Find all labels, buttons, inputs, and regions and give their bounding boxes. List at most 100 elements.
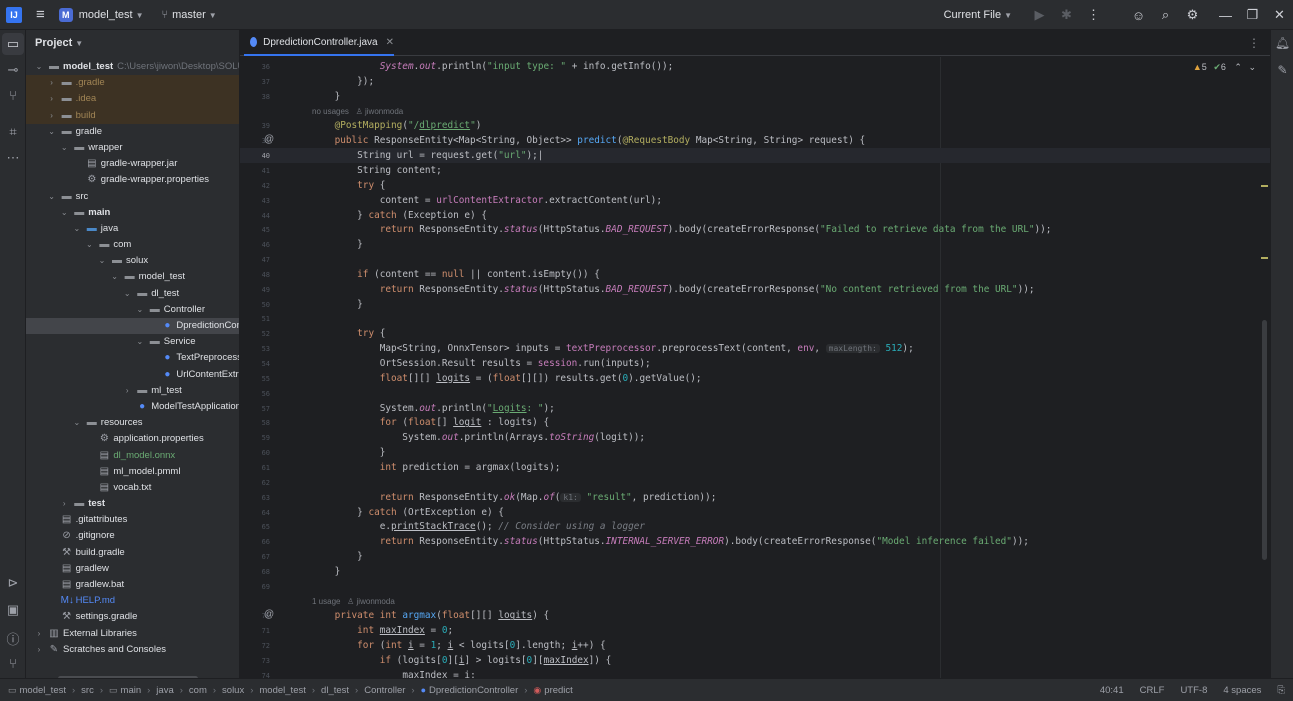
- code-line[interactable]: int prediction = argmax(logits);: [312, 461, 561, 476]
- indent-setting[interactable]: 4 spaces: [1223, 685, 1261, 696]
- breadcrumb-item[interactable]: solux: [222, 685, 244, 696]
- code-line[interactable]: OrtSession.Result results = session.run(…: [312, 357, 651, 372]
- code-line[interactable]: Map<String, OnnxTensor> inputs = textPre…: [312, 342, 914, 357]
- chevron-right-icon[interactable]: ›: [122, 383, 132, 399]
- chevron-right-icon[interactable]: ›: [34, 626, 44, 642]
- code-line[interactable]: @PostMapping("/dlpredict"): [312, 119, 482, 134]
- code-line[interactable]: maxIndex = i;: [312, 669, 475, 678]
- code-area[interactable]: 36 System.out.println("input type: " + i…: [240, 57, 1270, 678]
- chevron-down-icon[interactable]: ⌄: [72, 415, 82, 431]
- project-switcher[interactable]: model_test ▼: [79, 9, 144, 21]
- tree-item[interactable]: ▤ gradlew: [26, 561, 239, 577]
- project-tool-icon[interactable]: ▭: [2, 33, 24, 55]
- tree-item[interactable]: ⌄ ▬ solux: [26, 253, 239, 269]
- code-line[interactable]: try {: [312, 179, 385, 194]
- close-tab-icon[interactable]: ✕: [386, 37, 394, 48]
- code-line[interactable]: int maxIndex = 0;: [312, 624, 453, 639]
- breadcrumb-item[interactable]: predict: [544, 685, 573, 696]
- code-line[interactable]: }: [312, 446, 386, 461]
- tree-item[interactable]: ▤ ml_model.pmml: [26, 464, 239, 480]
- tree-item[interactable]: ⌄ ▬ Controller: [26, 302, 239, 318]
- tree-item[interactable]: ● DpredictionController: [26, 318, 239, 335]
- tree-item[interactable]: ▤ vocab.txt: [26, 480, 239, 496]
- code-line[interactable]: }: [312, 90, 341, 105]
- vertical-scrollbar[interactable]: [1262, 320, 1267, 560]
- tree-item[interactable]: › ✎ Scratches and Consoles: [26, 642, 239, 658]
- pull-requests-icon[interactable]: ⑂: [0, 88, 26, 103]
- breadcrumb-item[interactable]: Controller: [364, 685, 405, 696]
- more-icon[interactable]: ⋮: [1080, 7, 1107, 23]
- tree-item[interactable]: › ▬ test: [26, 496, 239, 512]
- tree-item[interactable]: ⌄ ▬ model_test: [26, 269, 239, 285]
- warning-marker[interactable]: [1261, 185, 1268, 187]
- endpoint-gutter-icon[interactable]: @: [264, 609, 274, 620]
- tree-item[interactable]: › ▬ .idea: [26, 91, 239, 108]
- code-line[interactable]: });: [312, 75, 374, 90]
- tree-item[interactable]: ⌄ ▬ src: [26, 189, 239, 205]
- breadcrumb-item[interactable]: java: [156, 685, 173, 696]
- chevron-down-icon[interactable]: ⌄: [122, 286, 132, 302]
- usage-hint[interactable]: no usages ♙ jiwonmoda: [312, 107, 403, 116]
- chevron-right-icon[interactable]: ›: [47, 108, 57, 124]
- breadcrumb-item[interactable]: dl_test: [321, 685, 349, 696]
- problems-icon[interactable]: ⓘ: [0, 629, 26, 648]
- usage-hint[interactable]: 1 usage ♙ jiwonmoda: [312, 597, 395, 606]
- project-panel-header[interactable]: Project ▼: [26, 30, 239, 56]
- editor-tab[interactable]: DpredictionController.java ✕: [244, 30, 394, 56]
- chevron-right-icon[interactable]: ›: [47, 75, 57, 91]
- chevron-down-icon[interactable]: ⌄: [135, 334, 145, 350]
- settings-icon[interactable]: ⚙: [1179, 7, 1206, 23]
- collab-icon[interactable]: ☺: [1125, 8, 1152, 23]
- chevron-down-icon[interactable]: ⌄: [47, 189, 57, 205]
- chevron-down-icon[interactable]: ⌄: [97, 253, 107, 269]
- minimize-icon[interactable]: —: [1212, 8, 1239, 23]
- search-icon[interactable]: ⌕: [1152, 7, 1179, 23]
- breadcrumb-item[interactable]: model_test: [20, 685, 66, 696]
- code-line[interactable]: }: [312, 238, 363, 253]
- breadcrumb-item[interactable]: src: [81, 685, 94, 696]
- code-line[interactable]: System.out.println(Arrays.toString(logit…: [312, 431, 645, 446]
- tree-item[interactable]: ⌄ ▬ java: [26, 221, 239, 237]
- code-line[interactable]: for (float[] logit : logits) {: [312, 416, 549, 431]
- tree-item[interactable]: ▤ gradle-wrapper.jar: [26, 156, 239, 172]
- debug-icon[interactable]: ✱: [1053, 7, 1080, 23]
- tree-item[interactable]: › ▬ ml_test: [26, 383, 239, 399]
- breadcrumb-item[interactable]: model_test: [259, 685, 305, 696]
- lock-icon[interactable]: ⎘: [1277, 685, 1285, 696]
- tree-item[interactable]: M↓ HELP.md: [26, 593, 239, 609]
- chevron-down-icon[interactable]: ⌄: [1248, 62, 1256, 72]
- close-icon[interactable]: ✕: [1266, 7, 1293, 23]
- code-line[interactable]: return ResponseEntity.ok(Map.of(k1: "res…: [312, 491, 717, 506]
- tree-item[interactable]: ⚙ application.properties: [26, 431, 239, 447]
- tree-item[interactable]: ● TextPreprocessor: [26, 350, 239, 366]
- run-icon[interactable]: ▶: [1026, 7, 1053, 23]
- tree-item[interactable]: ⌄ ▬ gradle: [26, 124, 239, 140]
- run-config-selector[interactable]: Current File ▼: [944, 9, 1012, 21]
- tree-item[interactable]: ⊘ .gitignore: [26, 528, 239, 544]
- chevron-down-icon[interactable]: ⌄: [135, 302, 145, 318]
- code-line[interactable]: }: [312, 550, 363, 565]
- tree-item[interactable]: ▤ gradlew.bat: [26, 577, 239, 593]
- tree-item[interactable]: › ▥ External Libraries: [26, 626, 239, 642]
- chevron-down-icon[interactable]: ⌄: [47, 124, 57, 140]
- notifications-icon[interactable]: 🔔︎: [1271, 36, 1293, 50]
- tree-item[interactable]: ⚒ build.gradle: [26, 545, 239, 561]
- chevron-right-icon[interactable]: ›: [47, 91, 57, 107]
- tree-item[interactable]: ▤ dl_model.onnx: [26, 448, 239, 464]
- code-line[interactable]: System.out.println("input type: " + info…: [312, 60, 674, 75]
- line-separator[interactable]: CRLF: [1140, 685, 1165, 696]
- code-line[interactable]: return ResponseEntity.status(HttpStatus.…: [312, 223, 1052, 238]
- code-line[interactable]: float[][] logits = (float[][]) results.g…: [312, 372, 702, 387]
- branch-switcher[interactable]: ⑂ master ▼: [162, 9, 217, 21]
- tree-item[interactable]: ⚒ settings.gradle: [26, 609, 239, 625]
- inspection-widget[interactable]: ▲5 ✔6 ⌃ ⌄: [1193, 62, 1256, 73]
- code-line[interactable]: for (int i = 1; i < logits[0].length; i+…: [312, 639, 605, 654]
- services-icon[interactable]: ⊳: [0, 575, 26, 591]
- chevron-right-icon[interactable]: ›: [59, 496, 69, 512]
- chevron-down-icon[interactable]: ⌄: [59, 140, 69, 156]
- code-line[interactable]: return ResponseEntity.status(HttpStatus.…: [312, 535, 1029, 550]
- chevron-down-icon[interactable]: ⌄: [34, 59, 44, 75]
- terminal-icon[interactable]: ▣: [0, 602, 26, 618]
- code-line[interactable]: if (content == null || content.isEmpty()…: [312, 268, 600, 283]
- commit-tool-icon[interactable]: ⊸: [0, 62, 26, 78]
